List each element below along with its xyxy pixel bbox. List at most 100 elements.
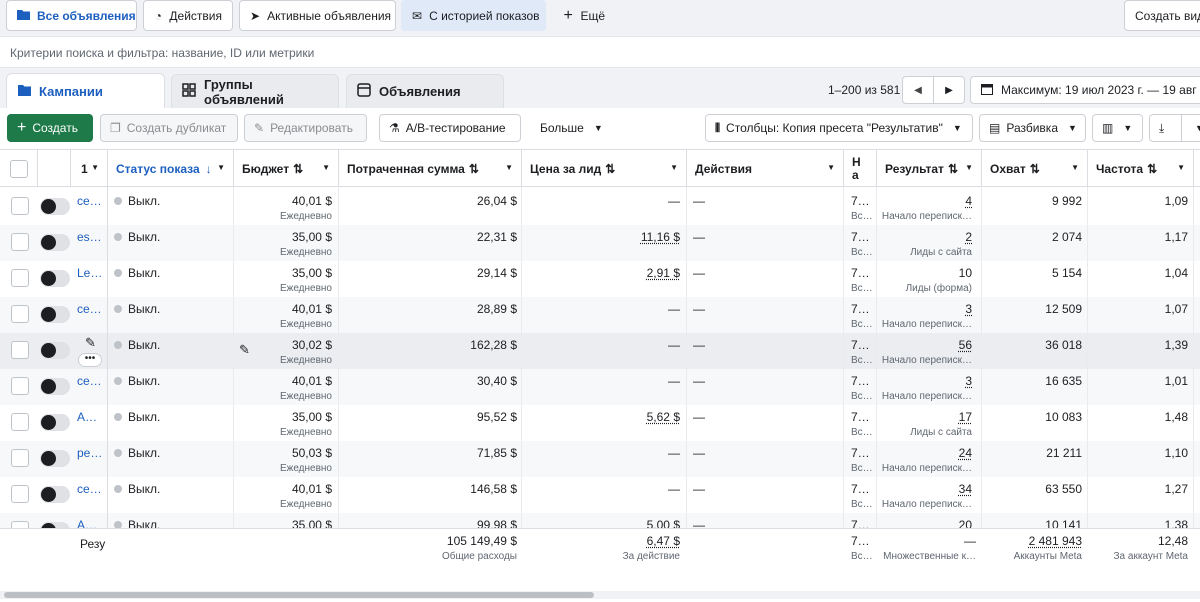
edit-name-pencil-icon[interactable]: ✎ bbox=[85, 335, 96, 351]
campaign-name-link[interactable]: ce… bbox=[77, 374, 105, 388]
table-row[interactable]: A… Выкл. 35,00 $ Ежедневно 95,52 $ 5,62 $ — 7… В… bbox=[0, 405, 1200, 441]
campaign-name-link[interactable]: ce… bbox=[77, 302, 105, 316]
view-history-button[interactable]: ✉ С историей показов bbox=[401, 0, 546, 31]
header-reach[interactable]: Охват ⇅ ▼ bbox=[982, 150, 1088, 187]
cpl-value[interactable]: 2,91 $ bbox=[647, 266, 680, 280]
result-value[interactable]: 3 bbox=[965, 302, 972, 316]
campaign-name-link[interactable]: pe… bbox=[77, 446, 105, 460]
budget-period: Ежедневно bbox=[280, 211, 332, 222]
campaign-name-link[interactable]: ce… bbox=[77, 482, 105, 496]
row-checkbox[interactable] bbox=[11, 341, 29, 359]
header-index[interactable]: 1 ▼ bbox=[71, 150, 108, 187]
status-label: Выкл. bbox=[128, 230, 160, 244]
row-toggle[interactable] bbox=[40, 450, 70, 467]
table-row[interactable]: es… Выкл. 35,00 $ Ежедневно 22,31 $ 11,16 $ — 7… bbox=[0, 225, 1200, 261]
table-row[interactable]: ✎ ••• ✎ Выкл. 30,02 $ Ежедневно 162,28 $ — —7… Вс… bbox=[0, 333, 1200, 369]
campaign-name-link[interactable]: A… bbox=[77, 410, 105, 424]
row-toggle[interactable] bbox=[40, 414, 70, 431]
result-value[interactable]: 3 bbox=[965, 374, 972, 388]
campaign-name-link[interactable]: ce… bbox=[77, 194, 105, 208]
breakdown-dropdown[interactable]: ▤ Разбивка ▼ bbox=[979, 114, 1086, 142]
edit-button[interactable]: ✎ Редактировать bbox=[244, 114, 367, 142]
tab-campaigns[interactable]: Кампании bbox=[6, 73, 165, 108]
columns-dropdown[interactable]: ⫴ Столбцы: Копия пресета "Результатив" ▼ bbox=[705, 114, 973, 142]
result-value[interactable]: 56 bbox=[959, 338, 972, 352]
result-value[interactable]: 34 bbox=[959, 482, 972, 496]
row-checkbox[interactable] bbox=[11, 413, 29, 431]
row-checkbox[interactable] bbox=[11, 377, 29, 395]
header-spent[interactable]: Потраченная сумма ⇅ ▼ bbox=[339, 150, 522, 187]
table-row[interactable]: pe… Выкл. 50,03 $ Ежедневно 71,85 $ — — 7… Вс… 24… bbox=[0, 441, 1200, 477]
header-budget-label: Бюджет bbox=[242, 162, 289, 176]
spent-cell: 26,04 $ bbox=[339, 189, 517, 225]
create-view-button[interactable]: Создать вид bbox=[1124, 0, 1200, 31]
totals-reach: 2 481 943 Аккаунты Meta bbox=[982, 529, 1082, 569]
result-value[interactable]: 10 bbox=[959, 266, 972, 280]
row-checkbox[interactable] bbox=[11, 269, 29, 287]
tab-adsets[interactable]: Группы объявлений bbox=[171, 74, 339, 108]
prev-page-button[interactable]: ◀ bbox=[902, 76, 934, 104]
row-toggle[interactable] bbox=[40, 198, 70, 215]
date-range-picker[interactable]: Максимум: 19 июл 2023 г. — 19 авг 2023 г… bbox=[970, 76, 1200, 104]
row-toggle[interactable] bbox=[40, 378, 70, 395]
result-value[interactable]: 2 bbox=[965, 230, 972, 244]
more-dropdown[interactable]: Больше ▼ bbox=[530, 114, 608, 142]
horizontal-scrollbar[interactable] bbox=[0, 591, 1200, 599]
table-row[interactable]: ce… Выкл. 40,01 $ Ежедневно 26,04 $ — — 7… Вс… 4 Н… bbox=[0, 189, 1200, 225]
campaign-name-link[interactable]: Le… bbox=[77, 266, 105, 280]
cpl-value[interactable]: 5,62 $ bbox=[647, 410, 680, 424]
header-result[interactable]: Результат ⇅ ▼ bbox=[877, 150, 982, 187]
header-actions[interactable]: Действия ▼ bbox=[687, 150, 844, 187]
row-checkbox[interactable] bbox=[11, 485, 29, 503]
row-checkbox[interactable] bbox=[11, 233, 29, 251]
row-checkbox[interactable] bbox=[11, 449, 29, 467]
row-toggle[interactable] bbox=[40, 342, 70, 359]
totals-reach-value[interactable]: 2 481 943 bbox=[1029, 534, 1082, 548]
row-checkbox[interactable] bbox=[11, 305, 29, 323]
row-toggle[interactable] bbox=[40, 486, 70, 503]
view-actions-button[interactable]: ◔ Действия bbox=[143, 0, 233, 31]
table-row[interactable]: ce… Выкл. 40,01 $ Ежедневно 30,40 $ — — 7… Вс… 3 Н… bbox=[0, 369, 1200, 405]
table-row[interactable]: ce… Выкл. 40,01 $ Ежедневно 28,89 $ — — 7… Вс… 3 Н… bbox=[0, 297, 1200, 333]
create-button[interactable]: + Создать bbox=[7, 114, 93, 142]
result-type: Начало переписк… bbox=[882, 463, 972, 474]
campaign-name-link[interactable]: es… bbox=[77, 230, 105, 244]
ab-test-button[interactable]: ⚗ A/B-тестирование bbox=[379, 114, 521, 142]
table-row[interactable]: Le… Выкл. 35,00 $ Ежедневно 29,14 $ 2,91 $ — 7…… bbox=[0, 261, 1200, 297]
scrollbar-thumb[interactable] bbox=[4, 592, 594, 598]
result-value[interactable]: 4 bbox=[965, 194, 972, 208]
reports-dropdown[interactable]: ▥ ▼ bbox=[1092, 114, 1143, 142]
pagination-range: 1–200 из 581 bbox=[828, 83, 900, 97]
row-toggle[interactable] bbox=[40, 234, 70, 251]
view-active-ads-button[interactable]: ➤ Активные объявления bbox=[239, 0, 396, 31]
cpl-value[interactable]: 11,16 $ bbox=[641, 230, 680, 244]
totals-cpl-value[interactable]: 6,47 $ bbox=[647, 534, 680, 548]
row-checkbox[interactable] bbox=[11, 197, 29, 215]
select-all-checkbox[interactable] bbox=[10, 160, 28, 178]
header-status[interactable]: Статус показа ↓ ▼ bbox=[108, 150, 234, 187]
search-input[interactable] bbox=[10, 41, 1190, 65]
header-narrow[interactable]: Н а bbox=[844, 150, 877, 187]
result-value[interactable]: 24 bbox=[959, 446, 972, 460]
next-page-button[interactable]: ▶ bbox=[933, 76, 965, 104]
budget-value: 35,00 $ bbox=[292, 266, 332, 280]
more-options-icon[interactable]: ••• bbox=[78, 353, 102, 367]
view-more-button[interactable]: + Ещё bbox=[552, 0, 616, 31]
result-value[interactable]: 17 bbox=[959, 410, 972, 424]
table-row[interactable]: ce… Выкл. 40,01 $ Ежедневно 146,58 $ — — 7… Вс… 3… bbox=[0, 477, 1200, 513]
duplicate-button[interactable]: ❐ Создать дубликат bbox=[100, 114, 238, 142]
result-cell: 10 Лиды (форма) bbox=[880, 261, 972, 297]
export-dropdown[interactable]: ▼ bbox=[1181, 114, 1200, 142]
view-all-ads-button[interactable]: Все объявления bbox=[6, 0, 137, 31]
grid-icon bbox=[182, 83, 196, 100]
status-value: Выкл. bbox=[114, 410, 160, 424]
header-cpl[interactable]: Цена за лид ⇅ ▼ bbox=[522, 150, 687, 187]
chevron-right-icon: ▶ bbox=[945, 85, 953, 96]
export-button[interactable]: ⤓ bbox=[1149, 114, 1182, 142]
tab-ads[interactable]: Объявления bbox=[346, 74, 504, 108]
header-frequency[interactable]: Частота ⇅ ▼ bbox=[1088, 150, 1194, 187]
header-budget[interactable]: Бюджет ⇅ ▼ bbox=[234, 150, 339, 187]
status-cell: Выкл. bbox=[114, 369, 229, 405]
row-toggle[interactable] bbox=[40, 306, 70, 323]
row-toggle[interactable] bbox=[40, 270, 70, 287]
